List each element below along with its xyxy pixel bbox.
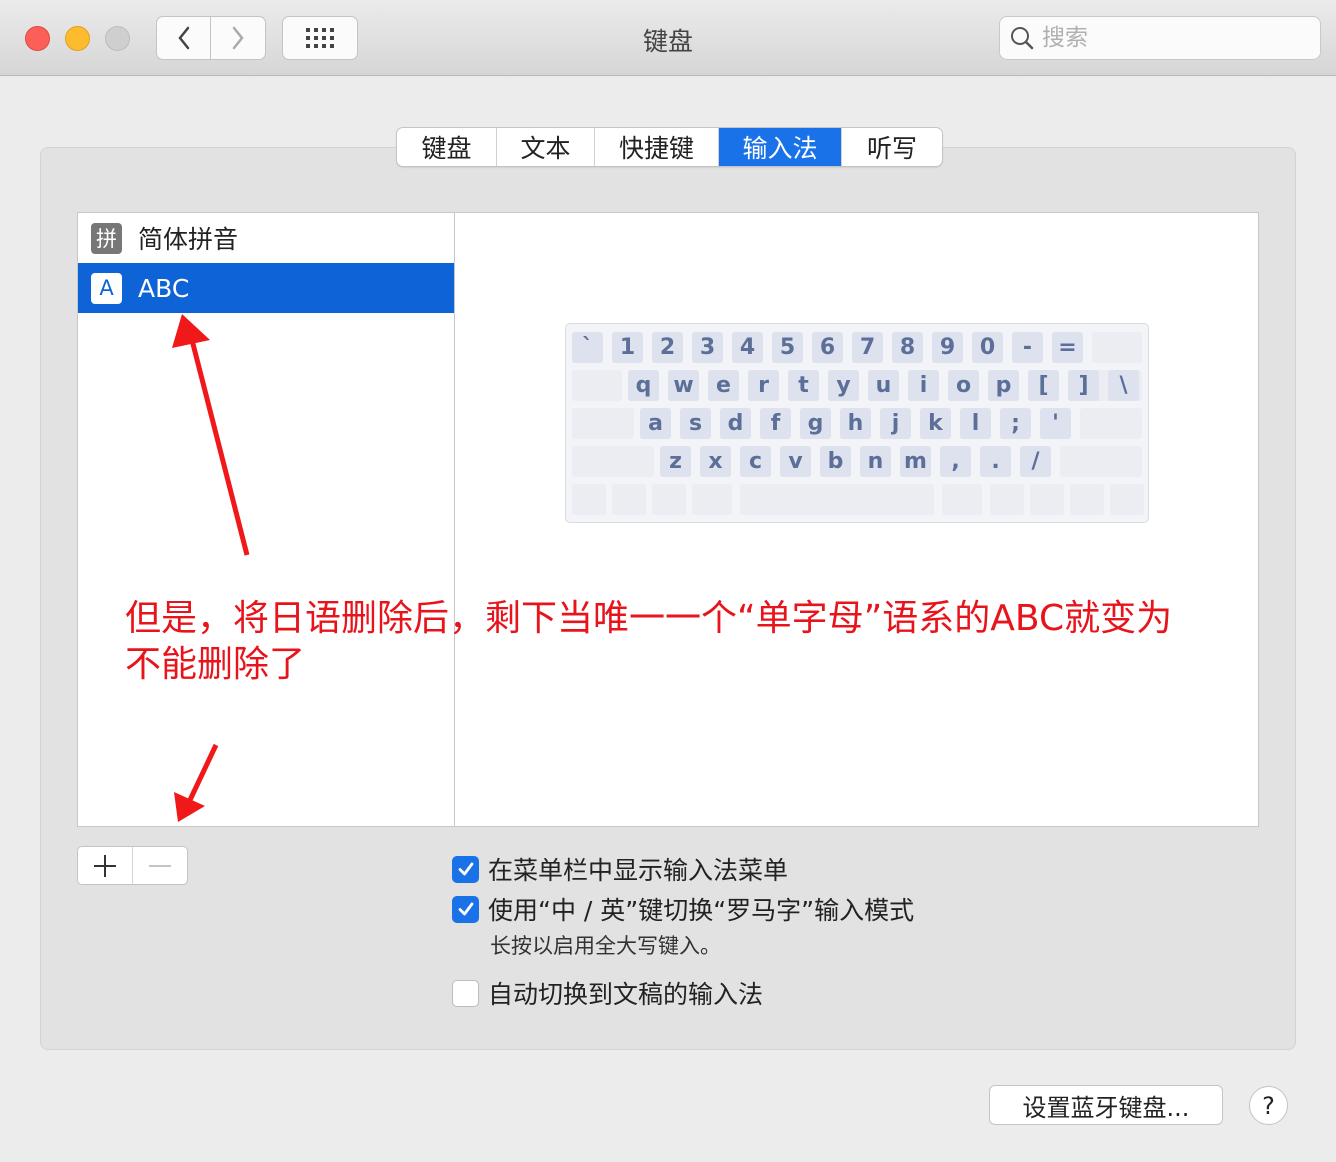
- arrow-to-abc-icon: [172, 314, 250, 556]
- annotation-arrows: [172, 314, 250, 822]
- arrow-to-minus-icon: [174, 743, 219, 822]
